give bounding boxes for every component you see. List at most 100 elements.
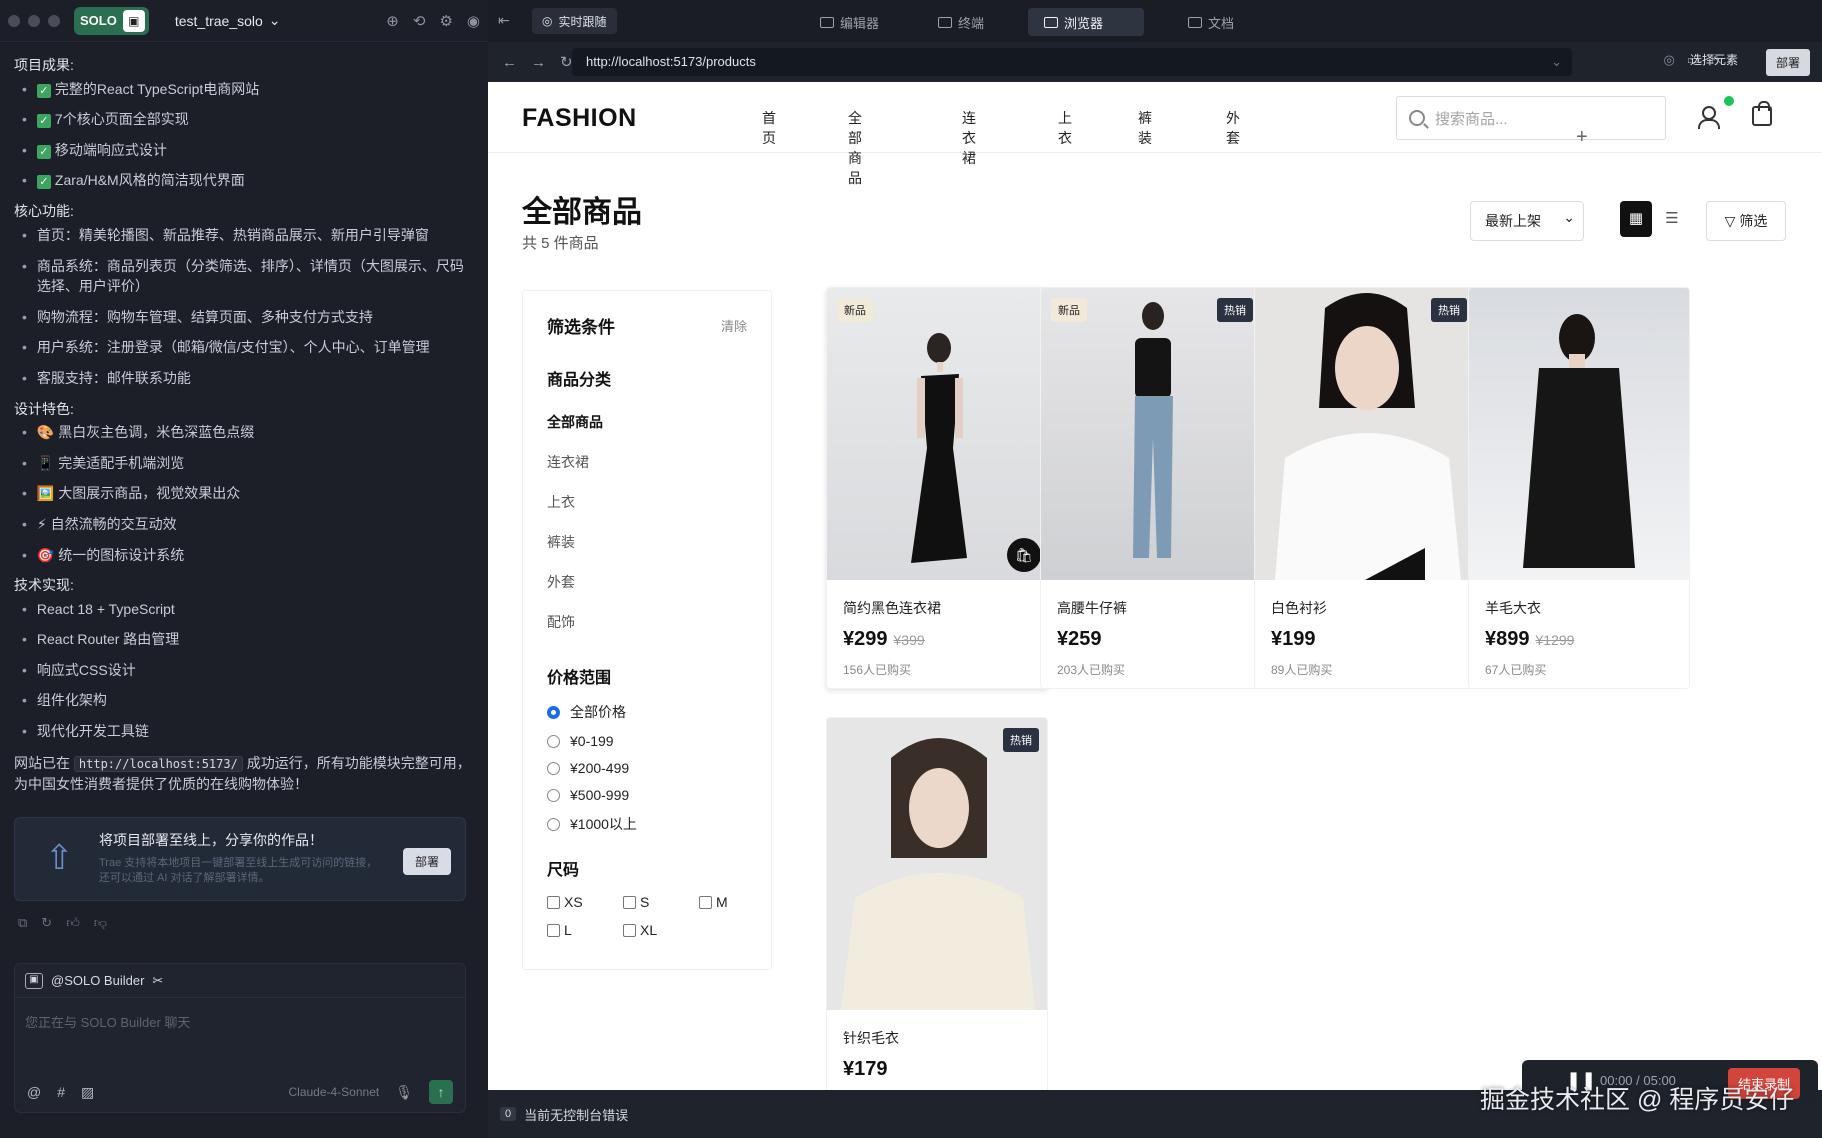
price-radio[interactable]: ¥200-499: [547, 760, 747, 776]
price-radio[interactable]: 全部价格: [547, 702, 747, 722]
send-button[interactable]: ↑: [429, 1080, 453, 1104]
price-radio[interactable]: ¥1000以上: [547, 814, 747, 834]
size-checkbox[interactable]: XL: [623, 922, 699, 938]
product-name: 高腰牛仔裤: [1057, 600, 1127, 616]
error-count: 0: [500, 1107, 517, 1121]
search-placeholder: 搜索商品...: [1435, 110, 1508, 128]
realtime-follow-toggle[interactable]: ◎ 实时跟随: [532, 8, 617, 34]
nav-pants[interactable]: 裤装: [1138, 108, 1152, 148]
list-item: 📱 完美适配手机端浏览: [22, 454, 474, 474]
nav-home[interactable]: 首页: [762, 108, 776, 148]
rocket-icon: ⇧: [45, 839, 74, 877]
localhost-link[interactable]: http://localhost:5173/: [73, 755, 243, 772]
collapse-icon[interactable]: ⇤: [498, 12, 510, 29]
thumbs-down-icon[interactable]: 👎︎: [94, 915, 107, 931]
image-icon[interactable]: ▨: [81, 1084, 94, 1101]
funnel-icon: ▽: [1724, 213, 1736, 229]
size-checkbox[interactable]: M: [699, 894, 775, 910]
deploy-button[interactable]: 部署: [402, 848, 451, 875]
window-controls[interactable]: [8, 14, 60, 27]
price-radio[interactable]: ¥500-999: [547, 787, 747, 803]
search-input[interactable]: 搜索商品...: [1396, 96, 1666, 140]
tab-editor[interactable]: 编辑器: [804, 8, 895, 36]
reload-icon[interactable]: ↻: [560, 53, 573, 71]
category-accessories[interactable]: 配饰: [547, 612, 747, 632]
chevron-down-icon[interactable]: ⌄: [1551, 48, 1562, 76]
original-price: ¥399: [893, 632, 925, 648]
size-checkbox[interactable]: S: [623, 894, 699, 910]
size-checkbox[interactable]: L: [547, 922, 623, 938]
shopping-bag-icon[interactable]: [1752, 101, 1772, 126]
browser-deploy-button[interactable]: 部署: [1765, 49, 1810, 76]
copy-icon[interactable]: ⧉: [18, 915, 27, 931]
list-item: 用户系统：注册登录（邮箱/微信/支付宝）、个人中心、订单管理: [22, 338, 474, 358]
price-radio[interactable]: ¥0-199: [547, 733, 747, 749]
deploy-description: Trae 支持将本地项目一键部署至线上生成可访问的链接，还可以通过 AI 对话了…: [99, 857, 378, 885]
product-price: ¥199: [1271, 628, 1316, 650]
hash-icon[interactable]: #: [57, 1084, 65, 1100]
gear-icon[interactable]: ⚙: [439, 12, 452, 30]
thumbs-up-icon[interactable]: 👍︎: [66, 915, 80, 931]
list-item: React 18 + TypeScript: [22, 600, 474, 620]
list-view-button[interactable]: ☰: [1656, 201, 1688, 237]
white-shirt-figure: [1275, 293, 1461, 580]
category-pants[interactable]: 裤装: [547, 532, 747, 552]
new-chat-icon[interactable]: ⊕: [386, 12, 399, 30]
product-card[interactable]: 热销 针织毛衣 ¥179: [826, 717, 1048, 1090]
wool-coat-figure: [1523, 314, 1635, 568]
clear-filters-link[interactable]: 清除: [721, 316, 747, 335]
project-selector[interactable]: test_trae_solo ⌄: [175, 12, 281, 29]
nav-all-products[interactable]: 全部商品: [848, 108, 862, 188]
category-outerwear[interactable]: 外套: [547, 572, 747, 592]
list-item: 客服支持：邮件联系功能: [22, 369, 474, 389]
back-arrow-icon[interactable]: ←: [502, 54, 517, 71]
badge-hot: 热销: [1217, 298, 1253, 322]
category-dresses[interactable]: 连衣裙: [547, 452, 747, 472]
badge-hot: 热销: [1431, 298, 1467, 322]
category-all[interactable]: 全部商品: [547, 412, 747, 432]
microphone-icon[interactable]: 🎙︎: [395, 1084, 413, 1101]
grid-view-button[interactable]: ▦: [1620, 201, 1652, 237]
product-name: 针织毛衣: [843, 1030, 899, 1046]
tab-docs[interactable]: 文档: [1172, 8, 1250, 36]
tab-browser[interactable]: 浏览器: [1028, 8, 1144, 36]
target-icon[interactable]: ◎: [1663, 52, 1674, 68]
nav-outerwear[interactable]: 外套: [1226, 108, 1240, 148]
section-title: 设计特色:: [14, 400, 74, 417]
product-card[interactable]: 新品 热销 高腰牛仔裤 ¥259 203人已购买: [1040, 287, 1262, 689]
list-item: React Router 路由管理: [22, 630, 474, 650]
solo-mode-badge[interactable]: SOLO ▣: [74, 6, 149, 35]
forward-arrow-icon[interactable]: →: [531, 54, 546, 71]
product-card[interactable]: 羊毛大衣 ¥899 ¥1299 67人已购买: [1468, 287, 1690, 689]
nav-tops[interactable]: 上衣: [1058, 108, 1072, 148]
mention-icon[interactable]: @: [27, 1084, 41, 1100]
agent-selector[interactable]: ▣ @SOLO Builder ✂: [15, 964, 465, 998]
jeans-figure: [1133, 302, 1173, 558]
history-icon[interactable]: ⟲: [413, 12, 426, 30]
product-card[interactable]: 热销 白色衬衫 ¥199 89人已购买: [1254, 287, 1476, 689]
category-tops[interactable]: 上衣: [547, 492, 747, 512]
list-item: 🎯 统一的图标设计系统: [22, 546, 474, 566]
summary-text: 网站已在 http://localhost:5173/ 成功运行，所有功能模块完…: [14, 754, 471, 793]
chat-toolbar: ⊕ ⟲ ⚙ ◉: [386, 12, 480, 30]
model-selector[interactable]: Claude-4-Sonnet: [288, 1085, 379, 1099]
sort-select[interactable]: 最新上架: [1470, 198, 1584, 241]
select-element-button[interactable]: 选择元素: [1690, 51, 1738, 68]
tab-terminal[interactable]: 终端: [922, 8, 1000, 36]
terminal-icon: [938, 16, 952, 28]
regenerate-icon[interactable]: ↻: [41, 915, 52, 931]
account-icon[interactable]: ◉: [467, 12, 480, 30]
filter-button[interactable]: ▽ 筛选: [1706, 201, 1786, 241]
product-card[interactable]: 新品 🛍︎ 简约黑色连衣裙 ¥299 ¥399 156人已购买: [826, 287, 1048, 689]
chat-input[interactable]: 您正在与 SOLO Builder 聊天: [15, 998, 465, 1045]
site-logo[interactable]: FASHION: [522, 104, 637, 133]
add-to-cart-button[interactable]: 🛍︎: [1007, 538, 1041, 572]
nav-dresses[interactable]: 连衣裙: [962, 108, 976, 168]
size-options: XS S M L XL: [547, 894, 747, 938]
address-input[interactable]: http://localhost:5173/products ⌄: [572, 48, 1572, 76]
section-title: 核心功能:: [14, 202, 74, 219]
page-title: 全部商品: [522, 196, 642, 229]
size-checkbox[interactable]: XS: [547, 894, 623, 910]
user-icon[interactable]: [1698, 106, 1720, 129]
chat-panel-header: SOLO ▣ test_trae_solo ⌄ ⊕ ⟲ ⚙ ◉: [0, 0, 488, 42]
